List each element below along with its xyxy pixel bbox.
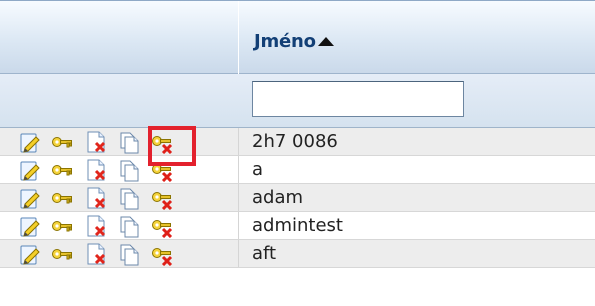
table-row: admintest [0,212,595,240]
copy-icon[interactable] [116,158,140,182]
header-column-divider [238,1,239,75]
key-icon[interactable] [50,130,74,154]
delete-document-icon[interactable] [84,158,108,182]
remove-key-icon[interactable] [150,130,174,154]
key-icon[interactable] [50,214,74,238]
delete-document-icon[interactable] [84,242,108,266]
table-header-row: Jméno [0,0,595,75]
edit-icon[interactable] [18,130,42,154]
remove-key-icon[interactable] [150,214,174,238]
copy-icon[interactable] [116,186,140,210]
name-cell: 2h7 0086 [252,131,338,152]
column-header-name[interactable]: Jméno [254,31,316,52]
key-icon[interactable] [50,186,74,210]
name-cell: adam [252,187,304,208]
sort-ascending-icon[interactable] [318,37,334,46]
row-column-divider [238,212,239,239]
row-actions [18,186,198,210]
table-row: aft [0,240,595,268]
name-cell: aft [252,243,277,264]
copy-icon[interactable] [116,130,140,154]
name-filter-input[interactable] [252,81,464,117]
edit-icon[interactable] [18,214,42,238]
edit-icon[interactable] [18,158,42,182]
edit-icon[interactable] [18,186,42,210]
remove-key-icon[interactable] [150,158,174,182]
row-actions [18,214,198,238]
row-column-divider [238,240,239,267]
copy-icon[interactable] [116,242,140,266]
remove-key-icon[interactable] [150,186,174,210]
name-cell: admintest [252,215,343,236]
edit-icon[interactable] [18,242,42,266]
delete-document-icon[interactable] [84,214,108,238]
row-column-divider [238,128,239,155]
row-actions [18,242,198,266]
copy-icon[interactable] [116,214,140,238]
table-row: adam [0,184,595,212]
key-icon[interactable] [50,158,74,182]
name-cell: a [252,159,264,180]
row-column-divider [238,184,239,211]
key-icon[interactable] [50,242,74,266]
table-filter-row [0,74,595,128]
remove-key-icon[interactable] [150,242,174,266]
table-row: a [0,156,595,184]
user-table: Jméno 2h7 0086 a adam admintest aft [0,0,595,306]
delete-document-icon[interactable] [84,186,108,210]
table-row: 2h7 0086 [0,128,595,156]
row-column-divider [238,156,239,183]
row-actions [18,130,198,154]
delete-document-icon[interactable] [84,130,108,154]
row-actions [18,158,198,182]
